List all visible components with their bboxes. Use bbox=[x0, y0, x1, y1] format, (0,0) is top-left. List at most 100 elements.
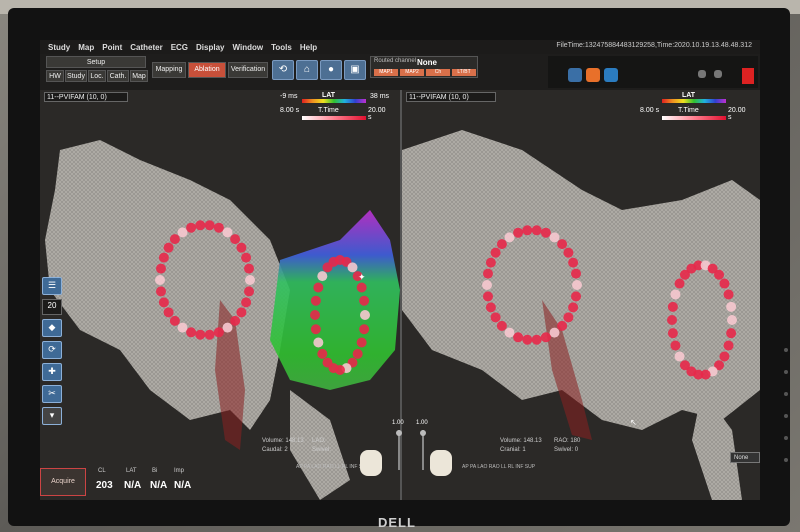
ablation-point bbox=[485, 257, 496, 268]
tab-verification[interactable]: Verification bbox=[228, 62, 268, 78]
ablation-point bbox=[557, 320, 568, 331]
imp-header: Imp bbox=[174, 468, 185, 474]
ablation-point bbox=[230, 234, 241, 245]
ablation-point bbox=[236, 307, 247, 318]
tab-study[interactable]: Study bbox=[65, 70, 87, 82]
catheter-icon[interactable] bbox=[568, 68, 582, 82]
tab-loc[interactable]: Loc. bbox=[88, 70, 106, 82]
tab-cath[interactable]: Cath. bbox=[107, 70, 129, 82]
menu-ecg[interactable]: ECG bbox=[171, 43, 188, 52]
tag-icon[interactable]: ◆ bbox=[42, 319, 62, 337]
routed-chip[interactable]: Ch bbox=[426, 69, 450, 76]
menu-point[interactable]: Point bbox=[102, 43, 122, 52]
rotate-icon[interactable]: ⟳ bbox=[42, 341, 62, 359]
ablation-point bbox=[719, 351, 730, 362]
ablation-point bbox=[482, 280, 492, 290]
cut-icon[interactable]: ✂ bbox=[42, 385, 62, 403]
ttime-max: 20.00 s bbox=[368, 107, 386, 121]
menu-catheter[interactable]: Catheter bbox=[130, 43, 162, 52]
left-view-buttons[interactable]: AP PA LAO RAO LL RL INF SUP bbox=[296, 464, 369, 470]
routed-chip[interactable]: MAP2 bbox=[400, 69, 424, 76]
ablation-point bbox=[504, 327, 515, 338]
right-opacity-slider[interactable] bbox=[422, 430, 424, 470]
ablation-point bbox=[571, 268, 582, 279]
screen: Study Map Point Catheter ECG Display Win… bbox=[40, 40, 760, 500]
menu-map[interactable]: Map bbox=[78, 43, 94, 52]
acquire-button[interactable]: Acquire bbox=[40, 468, 86, 496]
ablation-point bbox=[244, 263, 255, 274]
alert-badge[interactable] bbox=[742, 68, 754, 84]
left-3d-viewport[interactable]: 11--PVIFAM (10, 0) -9 ms LAT 38 ms 8.00 … bbox=[40, 90, 400, 500]
ablation-point bbox=[522, 334, 533, 345]
tool-count-field[interactable]: 20 bbox=[42, 299, 62, 315]
routed-chip[interactable]: LT/BT bbox=[452, 69, 476, 76]
right-volume: Volume: 148.13 bbox=[500, 438, 542, 444]
settings-icon[interactable] bbox=[714, 70, 722, 78]
ablation-point bbox=[195, 329, 206, 340]
mouse-cursor: ✦ bbox=[358, 272, 366, 282]
monitor-buttons bbox=[781, 348, 791, 528]
left-opacity-slider[interactable] bbox=[398, 430, 400, 470]
lat-colorbar bbox=[302, 99, 366, 103]
routed-channel-panel[interactable]: Routed channel None MAP1 MAP2 Ch LT/BT bbox=[370, 56, 478, 78]
tab-hw[interactable]: HW bbox=[46, 70, 64, 82]
ablation-point bbox=[359, 295, 370, 306]
ablation-point bbox=[670, 340, 681, 351]
right-view-buttons[interactable]: AP PA LAO RAO LL RL INF SUP bbox=[462, 464, 535, 470]
menu-help[interactable]: Help bbox=[300, 43, 317, 52]
layers-icon[interactable]: ☰ bbox=[42, 277, 62, 295]
right-slider-value: 1.00 bbox=[416, 420, 428, 426]
ablation-point bbox=[496, 239, 507, 250]
left-slider-knob[interactable] bbox=[396, 430, 402, 436]
ablation-point bbox=[674, 351, 685, 362]
ttime-min: 8.00 s bbox=[640, 107, 660, 114]
heart-orientation-icon-right[interactable] bbox=[430, 450, 452, 476]
more-icon[interactable]: ▾ bbox=[42, 407, 62, 425]
menu-window[interactable]: Window bbox=[233, 43, 264, 52]
ablation-point bbox=[540, 332, 551, 343]
measure-icon[interactable]: ✚ bbox=[42, 363, 62, 381]
heart-orientation-icon-left[interactable] bbox=[360, 450, 382, 476]
right-slider-knob[interactable] bbox=[420, 430, 426, 436]
ablation-point bbox=[356, 337, 367, 348]
snapshot-icon[interactable]: ▣ bbox=[344, 60, 366, 80]
lat-header: LAT bbox=[126, 468, 137, 474]
cl-value: 203 bbox=[96, 480, 113, 491]
ablation-point bbox=[236, 242, 247, 253]
ablation-point bbox=[490, 247, 501, 258]
ablation-point bbox=[163, 242, 174, 253]
flame-icon[interactable] bbox=[586, 68, 600, 82]
menu-tools[interactable]: Tools bbox=[271, 43, 292, 52]
ablation-point bbox=[496, 320, 507, 331]
ablation-point bbox=[563, 312, 574, 323]
ablation-point bbox=[571, 291, 582, 302]
right-dropdown[interactable]: None bbox=[730, 452, 760, 463]
record-icon[interactable]: ● bbox=[320, 60, 342, 80]
ablation-point bbox=[531, 225, 542, 236]
right-rao: RAO: 180 bbox=[554, 438, 581, 444]
ablation-point bbox=[195, 220, 206, 231]
ecg-icon[interactable] bbox=[698, 70, 706, 78]
lat-min: -9 ms bbox=[280, 93, 298, 100]
ablation-point bbox=[513, 332, 524, 343]
bottom-status-bar: Acquire CL LAT Bi Imp 203 N/A N/A N/A bbox=[40, 464, 220, 500]
ablation-point bbox=[726, 328, 737, 339]
tab-mapping[interactable]: Mapping bbox=[152, 62, 186, 78]
right-3d-viewport[interactable]: 11--PVIFAM (10, 0) LAT 8.00 s T.Time 20.… bbox=[402, 90, 760, 500]
ablation-point bbox=[347, 262, 358, 273]
map-selector-right[interactable]: 11--PVIFAM (10, 0) bbox=[406, 92, 496, 102]
home-view-icon[interactable]: ⌂ bbox=[296, 60, 318, 80]
sphere-icon[interactable] bbox=[604, 68, 618, 82]
menu-display[interactable]: Display bbox=[196, 43, 224, 52]
ablation-point bbox=[726, 301, 737, 312]
left-caudal: Caudal: 2 bbox=[262, 447, 288, 453]
routed-chip[interactable]: MAP1 bbox=[374, 69, 398, 76]
tab-map[interactable]: Map bbox=[130, 70, 148, 82]
lat-label: LAT bbox=[682, 92, 696, 99]
map-selector-left[interactable]: 11--PVIFAM (10, 0) bbox=[44, 92, 128, 102]
rotate-view-icon[interactable]: ⟲ bbox=[272, 60, 294, 80]
menu-study[interactable]: Study bbox=[48, 43, 70, 52]
tab-ablation[interactable]: Ablation bbox=[188, 62, 226, 78]
monitor-brand-logo: DELL bbox=[378, 515, 416, 530]
ablation-point bbox=[245, 275, 255, 285]
